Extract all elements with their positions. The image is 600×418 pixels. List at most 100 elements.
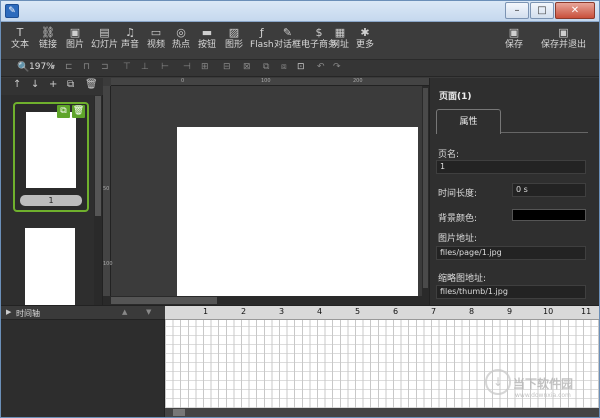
thumbnail-actions: ⧉ 🗑 bbox=[55, 105, 85, 118]
lock-icon[interactable]: ⊡ bbox=[297, 62, 305, 72]
canvas-area: 0 100 200 50 100 bbox=[103, 78, 429, 305]
timeline-ruler: 1 2 3 4 5 6 7 8 9 10 11 bbox=[165, 306, 599, 320]
minimize-button[interactable]: – bbox=[505, 2, 529, 19]
send-back-icon[interactable]: ⧈ bbox=[281, 62, 287, 72]
tool-flash[interactable]: ƒ Flash bbox=[250, 25, 274, 51]
tab-properties[interactable]: 属性 bbox=[436, 109, 501, 134]
align-left-icon[interactable]: ⊏ bbox=[65, 62, 73, 72]
watermark-text: 当下软件园 bbox=[513, 377, 574, 391]
bg-color-swatch[interactable] bbox=[512, 209, 586, 221]
page-thumbnail-2[interactable] bbox=[25, 228, 75, 305]
tool-more[interactable]: ✱ 更多 bbox=[356, 25, 374, 51]
distribute-h-icon[interactable]: ⊣ bbox=[183, 62, 191, 72]
tool-image[interactable]: ▣ 图片 bbox=[66, 25, 84, 51]
page-name-label: 页名: bbox=[438, 150, 460, 160]
tool-slideshow[interactable]: ▤ 幻灯片 bbox=[91, 25, 118, 51]
save-icon: ▣ bbox=[508, 26, 520, 39]
save-button[interactable]: ▣ 保存 bbox=[505, 25, 523, 51]
shape-icon: ▨ bbox=[228, 26, 240, 39]
title-bar: ✎ – □ ✕ bbox=[1, 1, 599, 22]
thumb-url-field[interactable]: files/thumb/1.jpg bbox=[436, 285, 586, 299]
link-icon: ⛓ bbox=[41, 26, 55, 39]
more-icon: ✱ bbox=[360, 26, 370, 39]
image-url-field[interactable]: files/page/1.jpg bbox=[436, 246, 586, 260]
ruler-horizontal: 0 100 200 bbox=[111, 78, 429, 86]
app-icon: ✎ bbox=[5, 4, 19, 18]
maximize-button[interactable]: □ bbox=[530, 2, 554, 19]
thumb-url-label: 缩略图地址: bbox=[438, 274, 487, 284]
button-icon: ▬ bbox=[201, 26, 213, 39]
format-toolbar: 🔍 197% ▾ ⊏ ⊓ ⊐ ⊤ ⊥ ⊢ ⊣ ⊞ ⊟ ⊠ ⧉ ⧈ ⊡ ↶ ↷ bbox=[1, 60, 599, 77]
main-toolbar: T 文本 ⛓ 链接 ▣ 图片 ▤ 幻灯片 ♫ 声音 ▭ 视频 ◎ 热点 ▬ 按钮 ▨ 图形 ƒ Fl… bbox=[1, 22, 599, 60]
align-middle-icon[interactable]: ⊥ bbox=[141, 62, 149, 72]
move-up-icon[interactable]: ↑ bbox=[13, 79, 21, 90]
image-url-label: 图片地址: bbox=[438, 234, 478, 244]
watermark-url: www.downxia.com bbox=[515, 392, 571, 399]
duration-field[interactable]: 0 s bbox=[512, 183, 586, 197]
watermark-logo-icon: ↓ bbox=[485, 369, 511, 395]
same-width-icon[interactable]: ⊟ bbox=[223, 62, 231, 72]
text-icon: T bbox=[16, 26, 24, 39]
bring-front-icon[interactable]: ⧉ bbox=[263, 62, 269, 72]
tool-sound[interactable]: ♫ 声音 bbox=[121, 25, 139, 51]
timeline-layers bbox=[1, 320, 165, 417]
move-down-icon[interactable]: ↓ bbox=[31, 79, 39, 90]
trash-icon[interactable]: 🗑 bbox=[72, 105, 85, 118]
page-name-field[interactable]: 1 bbox=[436, 160, 586, 174]
timeline-title: 时间轴 bbox=[16, 309, 40, 318]
redo-icon[interactable]: ↷ bbox=[333, 62, 341, 72]
page-number-label: 1 bbox=[20, 195, 82, 206]
timeline-down-icon[interactable]: ▼ bbox=[146, 308, 151, 316]
tool-video[interactable]: ▭ 视频 bbox=[147, 25, 165, 51]
url-icon: ▦ bbox=[334, 26, 346, 39]
copy-icon[interactable]: ⧉ bbox=[57, 105, 70, 118]
distribute-v-icon[interactable]: ⊞ bbox=[201, 62, 209, 72]
same-height-icon[interactable]: ⊠ bbox=[243, 62, 251, 72]
slideshow-icon: ▤ bbox=[99, 26, 110, 39]
image-icon: ▣ bbox=[69, 26, 81, 39]
tool-shape[interactable]: ▨ 图形 bbox=[225, 25, 243, 51]
page-thumbnail-selected[interactable]: ⧉ 🗑 1 bbox=[13, 102, 89, 212]
align-right-icon[interactable]: ⊐ bbox=[101, 62, 109, 72]
window-controls: – □ ✕ bbox=[504, 2, 595, 19]
duplicate-page-icon[interactable]: ⧉ bbox=[67, 79, 74, 90]
canvas-vertical-scrollbar[interactable] bbox=[422, 86, 429, 296]
ruler-vertical: 50 100 bbox=[103, 86, 113, 296]
duration-label: 时间长度: bbox=[438, 189, 478, 199]
timeline-scrollbar[interactable] bbox=[165, 408, 599, 417]
align-center-icon[interactable]: ⊓ bbox=[83, 62, 90, 72]
pages-toolbar: ↑ ↓ + ⧉ 🗑 bbox=[1, 78, 103, 95]
save-exit-button[interactable]: ▣ 保存并退出 bbox=[541, 25, 586, 51]
tool-dialog[interactable]: ✎ 对话框 bbox=[274, 25, 301, 51]
properties-panel: 页面(1) 属性 页名: 1 时间长度: 0 s 背景颜色: 图片地址: fil… bbox=[429, 78, 599, 305]
app-window: ✎ – □ ✕ T 文本 ⛓ 链接 ▣ 图片 ▤ 幻灯片 ♫ 声音 ▭ 视频 ◎ 热点 ▬ 按钮… bbox=[0, 0, 600, 418]
tool-url[interactable]: ▦ 网址 bbox=[331, 25, 349, 51]
sound-icon: ♫ bbox=[125, 26, 135, 39]
align-top-icon[interactable]: ⊤ bbox=[123, 62, 131, 72]
video-icon: ▭ bbox=[150, 26, 162, 39]
tool-button[interactable]: ▬ 按钮 bbox=[198, 25, 216, 51]
flash-icon: ƒ bbox=[259, 26, 264, 39]
tool-hotspot[interactable]: ◎ 热点 bbox=[172, 25, 190, 51]
canvas-horizontal-scrollbar[interactable] bbox=[103, 296, 429, 305]
close-button[interactable]: ✕ bbox=[555, 2, 595, 19]
pages-scrollbar[interactable] bbox=[94, 96, 102, 305]
page-thumbnail-image bbox=[26, 112, 76, 188]
add-page-icon[interactable]: + bbox=[49, 79, 57, 90]
align-bottom-icon[interactable]: ⊢ bbox=[161, 62, 169, 72]
page-canvas[interactable] bbox=[177, 127, 418, 296]
save-exit-icon: ▣ bbox=[558, 26, 569, 39]
collapse-triangle-icon[interactable]: ▶ bbox=[6, 308, 11, 316]
timeline-panel: ▶ 时间轴 ▲ ▼ 1 2 3 4 5 6 7 8 9 10 11 bbox=[1, 305, 599, 417]
pages-panel: ↑ ↓ + ⧉ 🗑 ⧉ 🗑 1 bbox=[1, 78, 103, 305]
delete-page-icon[interactable]: 🗑 bbox=[85, 79, 98, 90]
undo-icon[interactable]: ↶ bbox=[317, 62, 325, 72]
zoom-dropdown[interactable]: ▾ bbox=[51, 62, 55, 71]
tool-text[interactable]: T 文本 bbox=[11, 25, 29, 51]
zoom-icon: 🔍 bbox=[17, 62, 30, 73]
hotspot-icon: ◎ bbox=[176, 26, 186, 39]
timeline-header: ▶ 时间轴 ▲ ▼ bbox=[1, 306, 165, 320]
tool-link[interactable]: ⛓ 链接 bbox=[39, 25, 57, 51]
bg-color-label: 背景颜色: bbox=[438, 214, 478, 224]
timeline-up-icon[interactable]: ▲ bbox=[122, 308, 127, 316]
